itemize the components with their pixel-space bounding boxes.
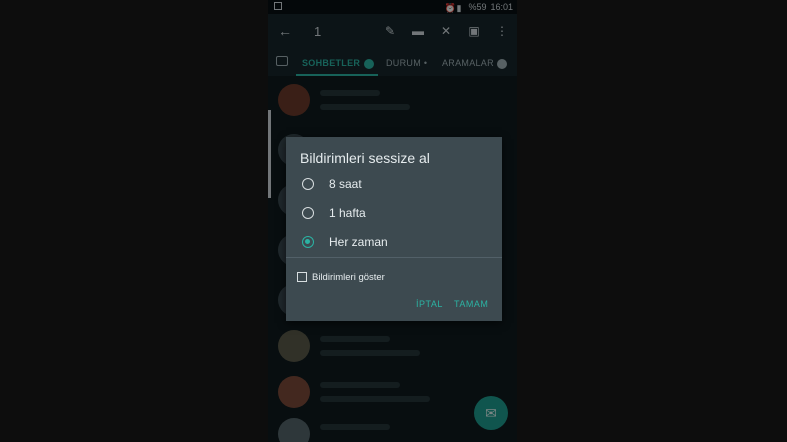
radio-button-selected[interactable]	[302, 236, 314, 248]
cancel-button[interactable]: İPTAL	[416, 299, 443, 309]
radio-button[interactable]	[302, 207, 314, 219]
option-always[interactable]: Her zaman	[300, 232, 490, 254]
option-8-hours[interactable]: 8 saat	[300, 174, 490, 196]
option-1-week[interactable]: 1 hafta	[300, 203, 490, 225]
radio-button[interactable]	[302, 178, 314, 190]
mute-notifications-dialog: Bildirimleri sessize al 8 saat 1 hafta H…	[286, 137, 502, 321]
dialog-title: Bildirimleri sessize al	[300, 150, 430, 166]
show-notifications-label: Bildirimleri göster	[312, 272, 385, 283]
show-notifications-checkbox[interactable]	[297, 272, 307, 282]
option-label: 1 hafta	[329, 206, 366, 220]
option-label: Her zaman	[329, 235, 388, 249]
option-label: 8 saat	[329, 177, 362, 191]
show-notifications-row[interactable]: Bildirimleri göster	[297, 272, 487, 286]
ok-button[interactable]: TAMAM	[454, 299, 488, 309]
divider	[286, 257, 502, 258]
